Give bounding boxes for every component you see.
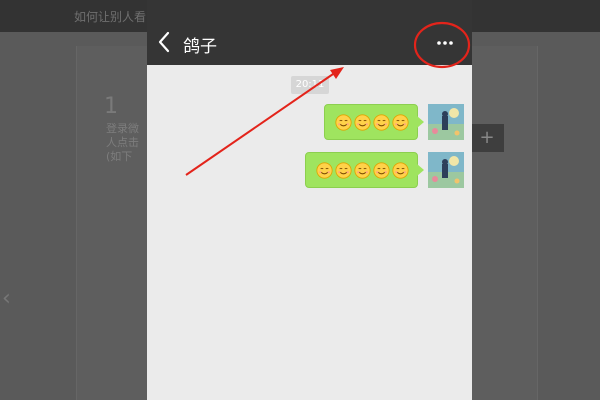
more-button[interactable] <box>427 32 463 54</box>
chat-screen: 鸽子 20:11 <box>147 0 472 400</box>
user-avatar[interactable] <box>428 104 464 140</box>
more-dots-icon <box>437 41 453 45</box>
background-add-button[interactable]: + <box>470 124 504 152</box>
smile-emoji-icon <box>373 113 390 131</box>
smile-emoji-icon <box>335 113 352 131</box>
message-timestamp: 20:11 <box>291 76 329 94</box>
background-step-line: 登录微 <box>106 122 139 135</box>
smile-emoji-icon <box>316 161 333 179</box>
smile-emoji-icon <box>373 161 390 179</box>
message-row <box>324 104 464 140</box>
smile-emoji-icon <box>335 161 352 179</box>
background-prev-arrow-icon[interactable]: ‹ <box>2 286 11 311</box>
message-row <box>305 152 464 188</box>
background-title: 如何让别人看 <box>74 10 147 24</box>
chevron-left-icon <box>158 31 170 53</box>
chat-title: 鸽子 <box>183 37 217 57</box>
smile-emoji-icon <box>392 161 409 179</box>
screenshot-page: 如何让别人看 1 登录微 人点击 (如下 ‹ + 鸽子 20:11 <box>0 0 600 400</box>
chat-header: 鸽子 <box>147 0 472 65</box>
message-bubble[interactable] <box>305 152 424 188</box>
smile-emoji-icon <box>354 113 371 131</box>
background-step-number: 1 <box>104 94 118 119</box>
background-step-line: (如下 <box>106 150 133 163</box>
background-step-line: 人点击 <box>106 136 139 149</box>
background-step-text: 登录微 人点击 (如下 <box>106 122 139 164</box>
message-bubble[interactable] <box>324 104 424 140</box>
user-avatar[interactable] <box>428 152 464 188</box>
smile-emoji-icon <box>354 161 371 179</box>
back-button[interactable] <box>155 30 175 54</box>
smile-emoji-icon <box>392 113 409 131</box>
